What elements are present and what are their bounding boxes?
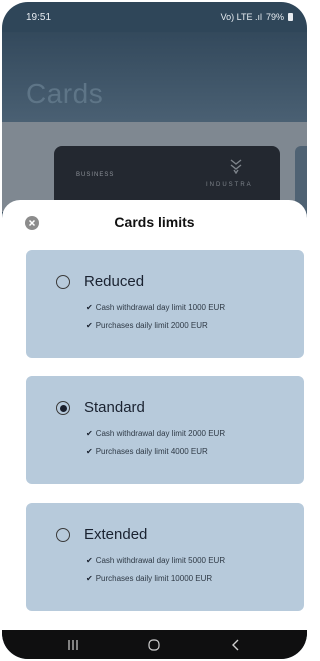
- battery-icon: [288, 13, 293, 21]
- radio-standard[interactable]: [56, 401, 70, 415]
- check-icon: ✔: [86, 321, 93, 330]
- check-icon: ✔: [86, 574, 93, 583]
- status-time: 19:51: [26, 11, 52, 23]
- back-button[interactable]: [221, 635, 251, 655]
- battery-level: 79%: [265, 12, 284, 22]
- card-tier: BUSINESS: [76, 172, 115, 178]
- check-icon: ✔: [86, 447, 93, 456]
- recents-icon: [68, 639, 78, 650]
- card-logo-icon: [230, 159, 242, 174]
- feature-text: Cash withdrawal day limit 5000 EUR: [95, 556, 226, 565]
- feature-text: Purchases daily limit 10000 EUR: [95, 574, 213, 583]
- option-name: Reduced: [84, 273, 145, 290]
- radio-selected-dot: [59, 404, 67, 412]
- card-brand: INDUSTRA: [206, 182, 253, 188]
- feature-text: Purchases daily limit 2000 EUR: [95, 321, 208, 330]
- radio-extended[interactable]: [56, 528, 70, 542]
- back-icon: [232, 639, 239, 650]
- radio-reduced[interactable]: [56, 275, 70, 289]
- feature-text: Purchases daily limit 4000 EUR: [95, 447, 208, 456]
- sheet-title: Cards limits: [114, 214, 195, 230]
- check-icon: ✔: [86, 556, 93, 565]
- status-icons: Vo) LTE .ıl 79%: [221, 12, 293, 22]
- feature-item: ✔ Purchases daily limit 10000 EUR: [86, 574, 212, 583]
- feature-item: ✔ Cash withdrawal day limit 5000 EUR: [86, 556, 225, 565]
- card-limits-sheet: Cards limits Reduced ✔ Cash withdrawal d…: [2, 200, 307, 630]
- feature-text: Cash withdrawal day limit 1000 EUR: [95, 303, 226, 312]
- option-name: Standard: [84, 399, 145, 416]
- option-name: Extended: [84, 526, 148, 543]
- home-icon: [148, 638, 161, 651]
- phone-screen: 19:51 Vo) LTE .ıl 79% Cards BUSINESS IND…: [2, 2, 307, 659]
- option-reduced[interactable]: Reduced ✔ Cash withdrawal day limit 1000…: [26, 250, 304, 358]
- option-standard[interactable]: Standard ✔ Cash withdrawal day limit 200…: [26, 376, 304, 484]
- home-button[interactable]: [139, 635, 169, 655]
- status-bar: 19:51 Vo) LTE .ıl 79%: [2, 2, 307, 32]
- recents-button[interactable]: [58, 635, 88, 655]
- navigation-bar: [2, 630, 307, 659]
- check-icon: ✔: [86, 303, 93, 312]
- check-icon: ✔: [86, 429, 93, 438]
- feature-item: ✔ Cash withdrawal day limit 2000 EUR: [86, 429, 225, 438]
- feature-item: ✔ Purchases daily limit 4000 EUR: [86, 447, 208, 456]
- feature-item: ✔ Purchases daily limit 2000 EUR: [86, 321, 208, 330]
- feature-item: ✔ Cash withdrawal day limit 1000 EUR: [86, 303, 225, 312]
- page-title: Cards: [26, 78, 104, 109]
- feature-text: Cash withdrawal day limit 2000 EUR: [95, 429, 226, 438]
- option-extended[interactable]: Extended ✔ Cash withdrawal day limit 500…: [26, 503, 304, 611]
- signal-status: Vo) LTE .ıl: [220, 12, 262, 22]
